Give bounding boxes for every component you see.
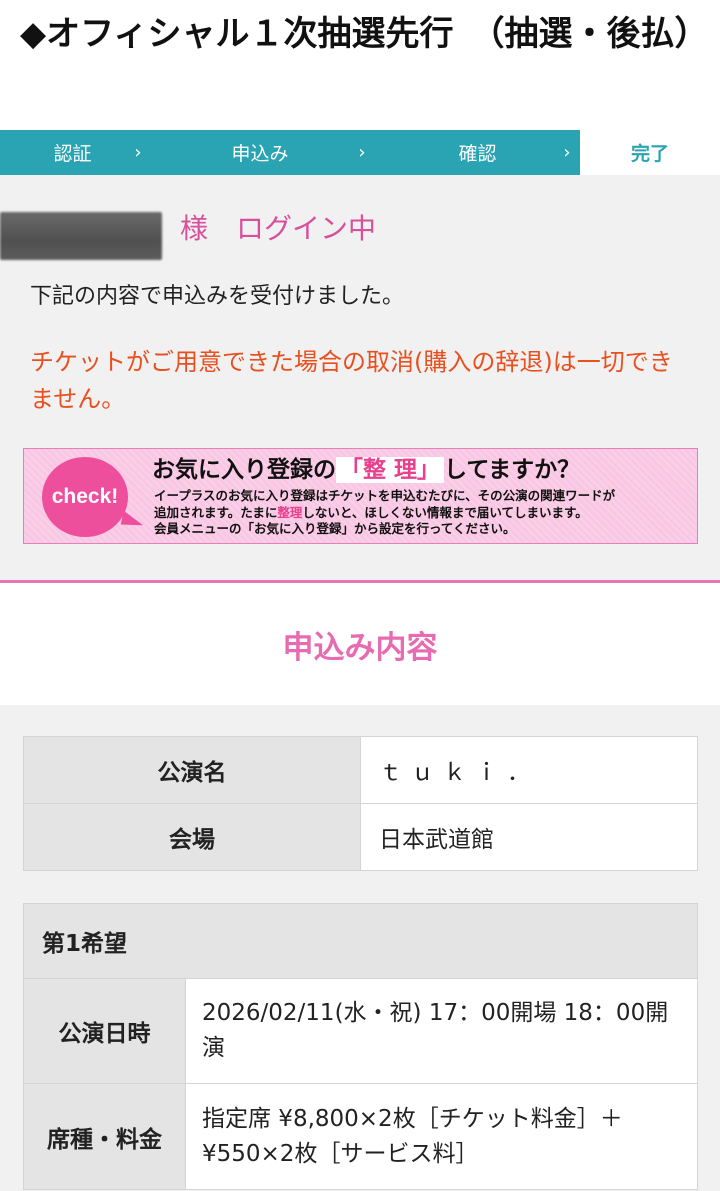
event-name-value: ｔｕｋｉ．: [360, 736, 698, 804]
banner-title: お気に入り登録の 「整 理」 してますか？: [152, 455, 580, 485]
chevron-right-icon: ›: [563, 142, 571, 163]
login-status: 様 ログイン中: [0, 212, 720, 260]
seat-price-value: 指定席 ¥8,800×2枚［チケット料金］＋¥550×2枚［サービス料］: [185, 1083, 698, 1190]
page-header: ◆オフィシャル１次抽選先行 （抽選・後払）: [0, 0, 720, 130]
banner-line: イープラスのお気に入り登録はチケットを申込むたびに、その公演の関連ワードが: [154, 488, 616, 503]
step-auth: 認証 ›: [0, 130, 145, 175]
progress-steps: 認証 › 申込み › 確認 › 完了: [0, 130, 720, 175]
received-message: 下記の内容で申込みを受付けました。: [30, 284, 405, 309]
section-title: 申込み内容: [282, 630, 438, 666]
check-badge-text: check!: [51, 485, 119, 508]
table-row: 会場 日本武道館: [23, 803, 698, 871]
event-table: 公演名 ｔｕｋｉ． 会場 日本武道館: [23, 736, 698, 871]
cancel-warning: チケットがご用意できた場合の取消(購入の辞退)は一切できません。: [30, 348, 673, 413]
choice-heading: 第1希望: [23, 903, 698, 979]
row-label: 公演名: [23, 736, 361, 804]
section-header: 申込み内容: [0, 583, 720, 705]
table-row: 席種・料金 指定席 ¥8,800×2枚［チケット料金］＋¥550×2枚［サービス…: [23, 1083, 698, 1190]
step-label: 確認: [458, 143, 497, 165]
banner-line: 追加されます。たまに整理しないと、ほしくない情報まで届いてしまいます。: [154, 505, 694, 522]
table-row: 公演日時 2026/02/11(水・祝) 17：00開場 18：00開演: [23, 978, 698, 1084]
page-title: ◆オフィシャル１次抽選先行 （抽選・後払）: [20, 14, 709, 54]
banner-title-post: してますか？: [444, 457, 581, 483]
banner-line-part: しないと、ほしくない情報まで届いてしまいます。: [302, 504, 588, 520]
step-label: 認証: [53, 143, 92, 165]
banner-title-highlight: 「整 理」: [336, 457, 445, 483]
step-apply: 申込み ›: [145, 130, 375, 175]
row-label: 会場: [23, 803, 361, 871]
banner-line-pink: 整理: [277, 504, 303, 520]
choice-table: 第1希望 公演日時 2026/02/11(水・祝) 17：00開場 18：00開…: [23, 903, 698, 1190]
banner-title-pre: お気に入り登録の: [152, 457, 336, 483]
login-text: 様 ログイン中: [180, 212, 377, 245]
redacted-username: [0, 212, 162, 260]
step-confirm: 確認 ›: [375, 130, 580, 175]
table-row: 公演名 ｔｕｋｉ．: [23, 736, 698, 804]
banner-line: 会員メニューの「お気に入り登録」から設定を行ってください。: [154, 521, 516, 536]
favorites-banner[interactable]: check! お気に入り登録の 「整 理」 してますか？ イープラスのお気に入り登録…: [23, 448, 698, 544]
step-complete: 完了: [580, 130, 720, 175]
step-label: 申込み: [231, 143, 289, 165]
row-label: 席種・料金: [23, 1083, 186, 1190]
speech-tail-icon: [120, 510, 146, 530]
step-label: 完了: [630, 143, 669, 165]
check-badge-icon: check!: [42, 457, 128, 537]
banner-line-part: 追加されます。たまに: [154, 504, 278, 520]
venue-value: 日本武道館: [360, 803, 698, 871]
datetime-value: 2026/02/11(水・祝) 17：00開場 18：00開演: [185, 978, 698, 1084]
row-label: 公演日時: [23, 978, 186, 1084]
banner-body: イープラスのお気に入り登録はチケットを申込むたびに、その公演の関連ワードが 追加…: [154, 488, 694, 538]
chevron-right-icon: ›: [358, 142, 366, 163]
choice-heading-row: 第1希望: [23, 903, 698, 979]
